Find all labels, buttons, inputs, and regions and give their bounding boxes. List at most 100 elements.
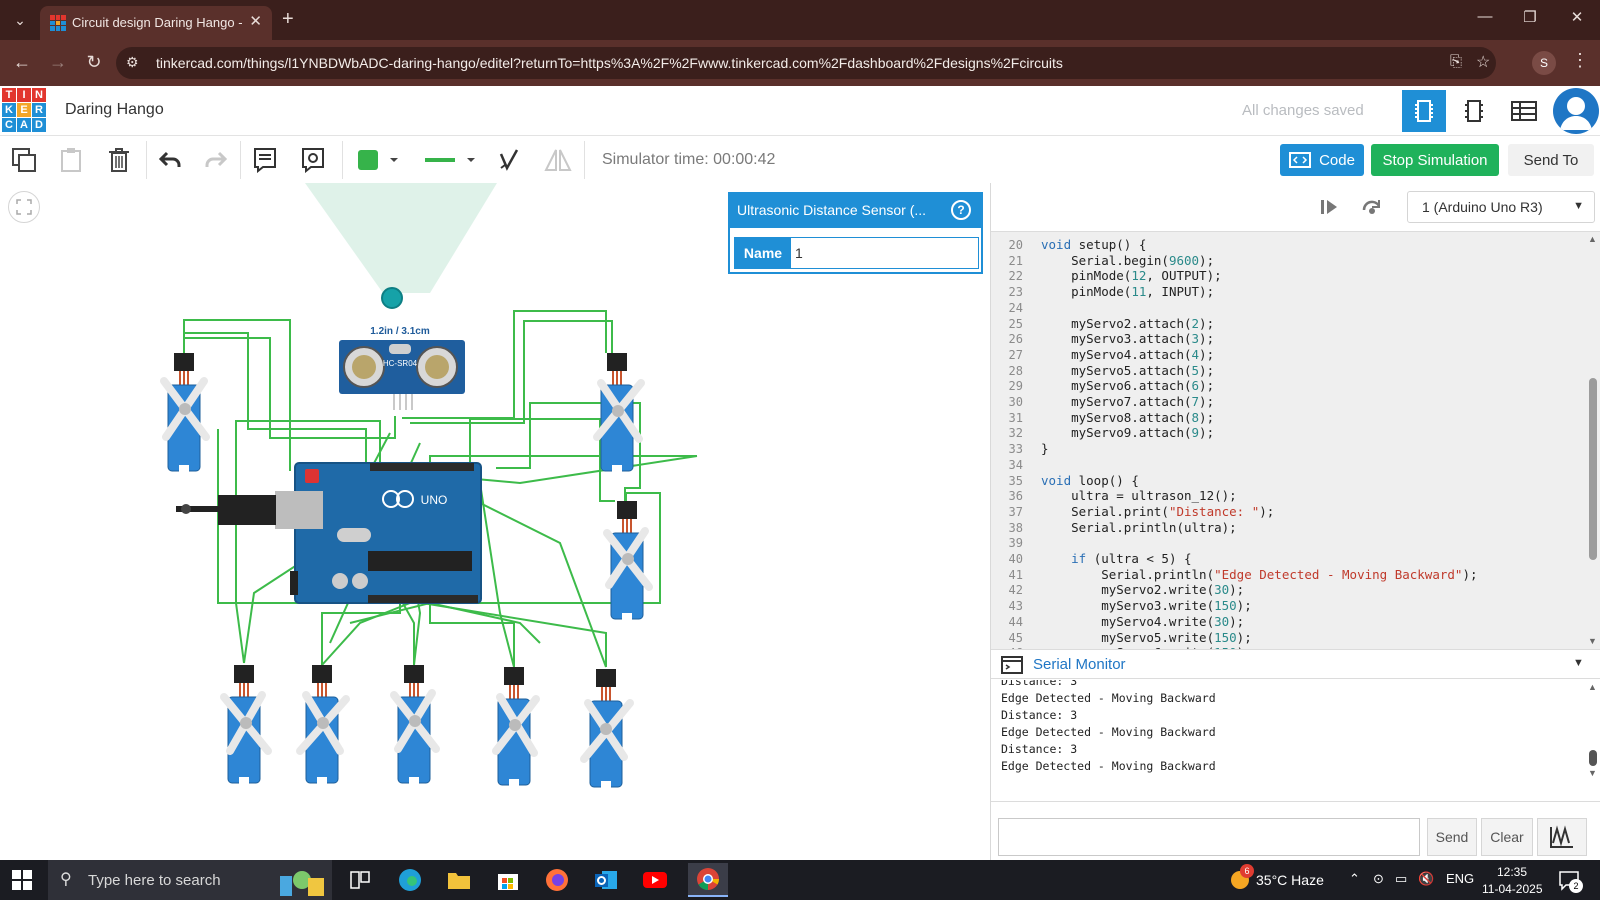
meet-now-icon[interactable]: ⊙ (1373, 871, 1384, 887)
install-app-icon[interactable]: ⎘ (1450, 53, 1462, 70)
device-select[interactable]: 1 (Arduino Uno R3) ▼ (1407, 191, 1595, 223)
task-view-icon[interactable] (344, 866, 376, 894)
forward-icon[interactable]: → (46, 52, 70, 73)
code-line[interactable]: myServo5.write(150); (1041, 630, 1252, 645)
user-avatar-icon[interactable] (1553, 88, 1599, 134)
volume-muted-icon[interactable]: 🔇 (1418, 871, 1434, 887)
line-number: 34 (1008, 457, 1023, 472)
send-button[interactable]: Send (1427, 818, 1477, 856)
tinkercad-logo[interactable]: TIN KER CAD (2, 88, 46, 132)
code-editor[interactable]: 20 21 22 23 24 25 26 27 28 29 30 31 32 33 34 35 36 37 38 39… (991, 231, 1600, 649)
code-line[interactable]: myServo4.attach(4); (1041, 347, 1214, 362)
browser-tab-active[interactable]: Circuit design Daring Hango - T ✕ (40, 6, 272, 40)
windows-start-icon[interactable] (12, 870, 32, 890)
code-line[interactable]: pinMode(12, OUTPUT); (1041, 268, 1222, 283)
help-icon[interactable]: ? (951, 200, 971, 220)
code-line[interactable]: myServo4.write(30); (1041, 614, 1244, 629)
code-line[interactable]: myServo2.attach(2); (1041, 316, 1214, 331)
notification-icon[interactable]: 2 (1558, 869, 1583, 896)
code-line[interactable]: myServo5.attach(5); (1041, 363, 1214, 378)
code-button[interactable]: Code (1280, 144, 1364, 176)
close-window-icon[interactable]: ✕ (1562, 8, 1592, 26)
step-icon[interactable] (1319, 197, 1339, 222)
new-tab-icon[interactable]: + (282, 8, 294, 30)
wire-type-dropdown[interactable] (414, 145, 480, 175)
code-line[interactable]: myServo7.attach(7); (1041, 394, 1214, 409)
code-line[interactable]: } (1041, 441, 1049, 456)
site-info-icon[interactable]: ⚙ (126, 54, 139, 71)
line-number: 36 (1008, 489, 1023, 504)
circuit-view-icon[interactable] (1402, 90, 1446, 132)
code-scrollbar-thumb[interactable] (1589, 378, 1597, 560)
flip-icon[interactable] (543, 145, 573, 175)
edge-icon[interactable] (394, 866, 426, 894)
logo-letter: A (17, 118, 31, 132)
code-line[interactable]: myServo8.attach(8); (1041, 410, 1214, 425)
collapse-chevron-icon[interactable]: ▼ (1573, 657, 1584, 669)
design-title[interactable]: Daring Hango (65, 101, 164, 119)
component-list-icon[interactable] (1502, 90, 1546, 132)
code-line[interactable]: myServo9.attach(9); (1041, 425, 1214, 440)
send-to-button[interactable]: Send To (1508, 144, 1594, 176)
code-line[interactable]: Serial.begin(9600); (1041, 253, 1214, 268)
serial-monitor-header[interactable]: Serial Monitor ▼ (991, 649, 1600, 679)
code-line[interactable]: if (ultra < 5) { (1041, 551, 1191, 566)
file-explorer-icon[interactable] (443, 866, 475, 894)
reload-icon[interactable]: ↻ (82, 52, 106, 73)
code-line[interactable]: void setup() { (1041, 237, 1146, 252)
circuit-canvas[interactable]: 1.2in / 3.1cm HC-SR04 UNO Ultrasonic Dis… (0, 183, 990, 860)
code-line[interactable]: myServo3.write(150); (1041, 598, 1252, 613)
language-indicator[interactable]: ENG (1446, 871, 1474, 886)
step-over-icon[interactable] (1361, 196, 1383, 221)
undo-icon[interactable] (155, 145, 185, 175)
clear-button[interactable]: Clear (1481, 818, 1533, 856)
weather-icon[interactable]: 6 (1228, 864, 1254, 897)
network-icon[interactable]: ▭ (1395, 871, 1407, 887)
url-field[interactable]: ⚙ tinkercad.com/things/l1YNBDWbADC-darin… (116, 47, 1496, 79)
code-lines[interactable]: void setup() { Serial.begin(9600); pinMo… (1041, 232, 1571, 649)
code-line[interactable]: Serial.println("Edge Detected - Moving B… (1041, 567, 1477, 582)
microsoft-store-icon[interactable] (492, 866, 524, 894)
rotate-icon[interactable] (494, 145, 524, 175)
taskbar-search[interactable]: ⚲ Type here to search (48, 860, 332, 900)
name-input[interactable] (795, 242, 975, 264)
minimize-icon[interactable]: — (1470, 8, 1500, 25)
browser-menu-icon[interactable]: ⋮ (1568, 50, 1592, 71)
youtube-icon[interactable] (639, 866, 671, 894)
code-line[interactable]: myServo3.attach(3); (1041, 331, 1214, 346)
restore-icon[interactable]: ❐ (1515, 8, 1545, 26)
stop-simulation-button[interactable]: Stop Simulation (1371, 144, 1499, 176)
serial-input[interactable] (998, 818, 1420, 856)
code-line[interactable]: Serial.print("Distance: "); (1041, 504, 1274, 519)
serial-scrollbar[interactable]: ▲ ▼ (1587, 682, 1599, 778)
profile-avatar[interactable]: S (1532, 51, 1556, 75)
notes-icon[interactable] (250, 145, 280, 175)
code-line[interactable]: myServo6.attach(6); (1041, 378, 1214, 393)
bookmark-star-icon[interactable]: ☆ (1476, 52, 1490, 72)
serial-line: Edge Detected - Moving Backward (1001, 759, 1216, 773)
clock-time[interactable]: 12:35 (1497, 865, 1527, 879)
firefox-icon[interactable] (541, 866, 573, 894)
tray-chevron-icon[interactable]: ⌃ (1349, 871, 1360, 887)
weather-text[interactable]: 35°C Haze (1256, 872, 1324, 888)
code-line[interactable]: ultra = ultrason_12(); (1041, 488, 1237, 503)
chrome-icon[interactable] (688, 863, 728, 897)
code-line[interactable]: Serial.println(ultra); (1041, 520, 1237, 535)
back-icon[interactable]: ← (10, 52, 34, 73)
copy-icon[interactable] (9, 145, 39, 175)
clock-date[interactable]: 11-04-2025 (1482, 882, 1543, 896)
delete-icon[interactable] (104, 145, 134, 175)
redo-icon[interactable] (201, 145, 231, 175)
wire-color-dropdown[interactable] (352, 145, 404, 175)
tab-close-icon[interactable]: ✕ (249, 12, 262, 30)
code-line[interactable]: void loop() { (1041, 473, 1139, 488)
code-line[interactable]: pinMode(11, INPUT); (1041, 284, 1214, 299)
paste-icon[interactable] (56, 145, 86, 175)
schematic-view-icon[interactable] (1452, 90, 1496, 132)
graph-icon[interactable] (1537, 818, 1587, 856)
code-line[interactable]: myServo2.write(30); (1041, 582, 1244, 597)
outlook-icon[interactable] (590, 866, 622, 894)
notification-count: 2 (1569, 879, 1583, 893)
notes-visibility-icon[interactable] (298, 145, 328, 175)
tab-search-icon[interactable]: ⌄ (8, 8, 32, 32)
